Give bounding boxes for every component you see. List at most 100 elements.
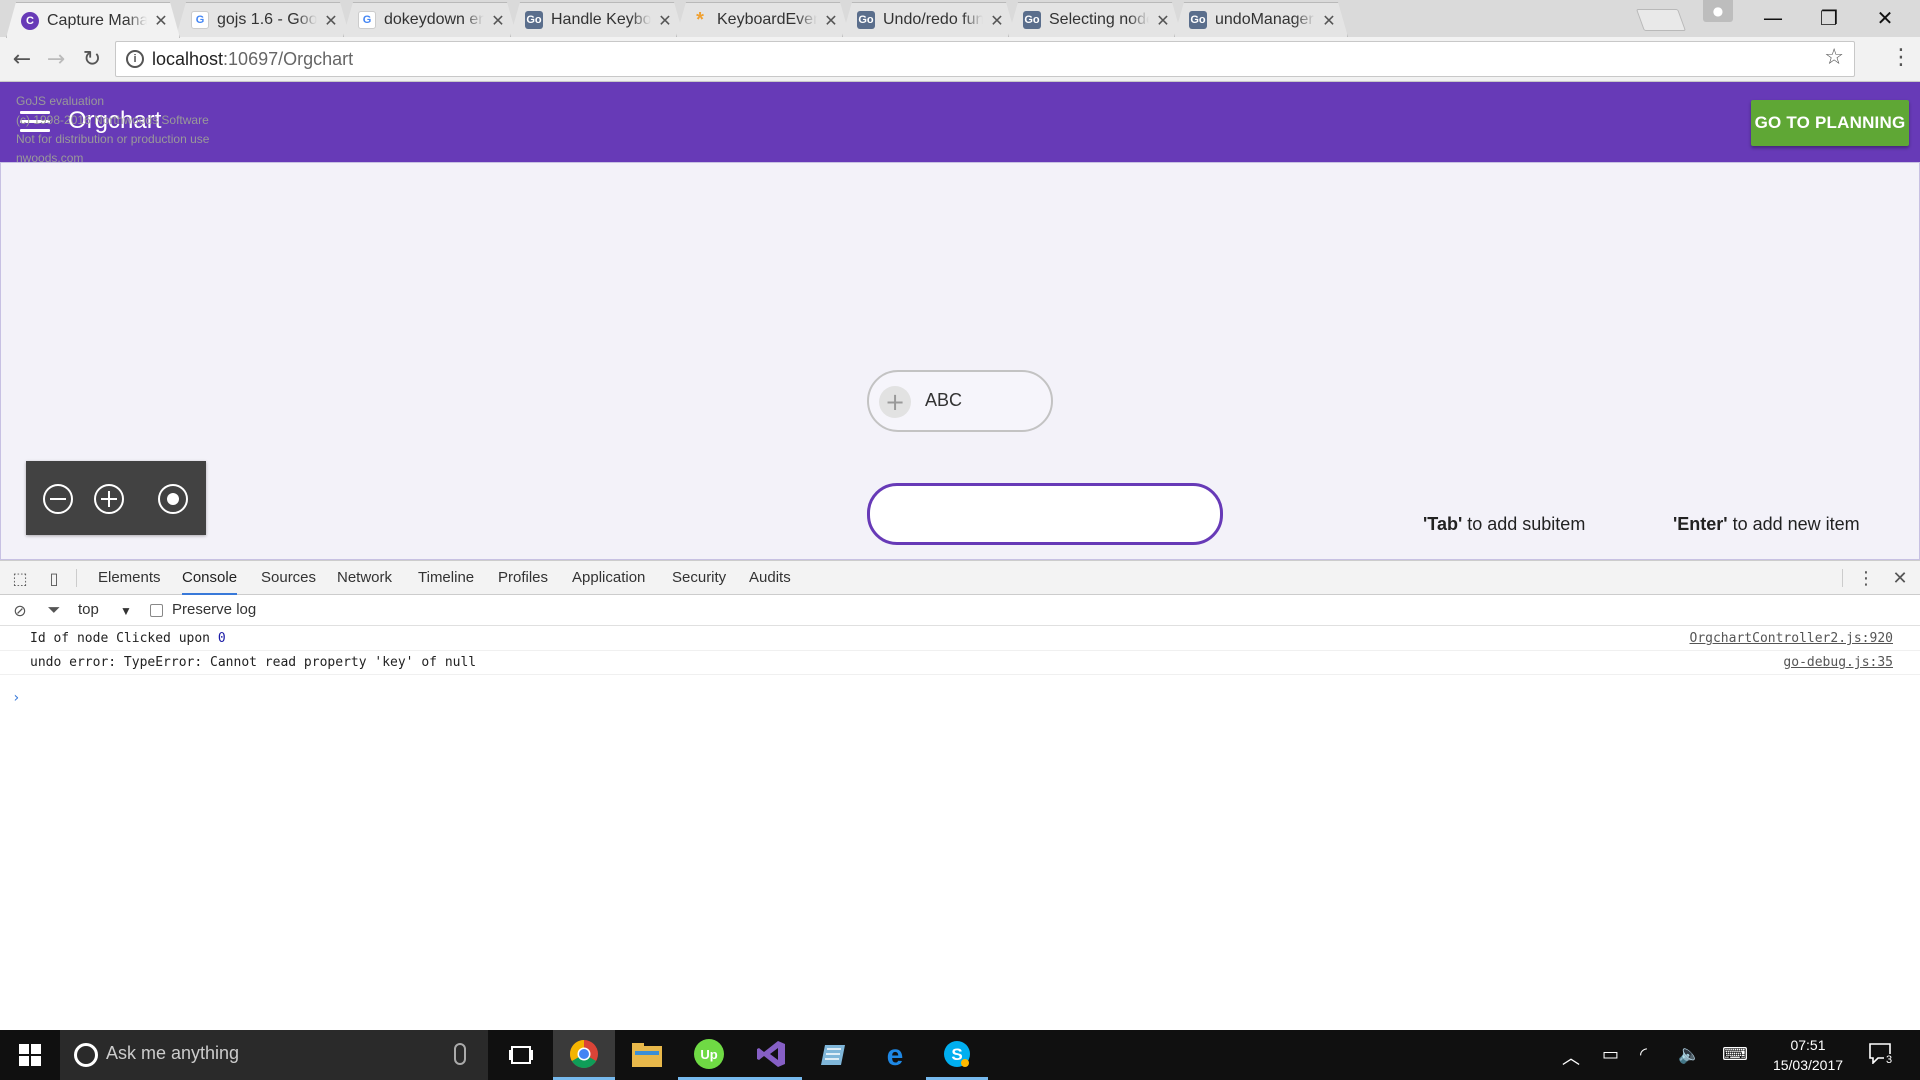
search-placeholder: Ask me anything: [106, 1043, 240, 1063]
google-icon: G: [358, 11, 376, 29]
filter-icon[interactable]: ⏷: [44, 600, 64, 620]
gojs-icon: Go: [525, 11, 543, 29]
close-tab-icon[interactable]: ✕: [323, 11, 339, 30]
tab-elements[interactable]: Elements: [98, 561, 161, 595]
close-tab-icon[interactable]: ✕: [823, 11, 839, 30]
enter-hint: 'Enter' to add new item: [1673, 514, 1860, 534]
preserve-log-label: Preserve log: [172, 601, 257, 618]
google-icon: G: [191, 11, 209, 29]
zoom-out-icon[interactable]: [43, 484, 73, 514]
capture-manager-icon: C: [21, 12, 39, 30]
action-center-icon[interactable]: 3: [1868, 1042, 1895, 1069]
new-node-input[interactable]: [867, 483, 1223, 545]
tab-security[interactable]: Security: [672, 561, 726, 595]
browser-tab[interactable]: G dokeydown enter go ✕: [343, 2, 517, 37]
zoom-in-icon[interactable]: [94, 484, 124, 514]
visual-studio-icon[interactable]: [740, 1030, 802, 1080]
evaluation-watermark: GoJS evaluation (c) 1998-2016 Northwoods…: [16, 94, 210, 165]
clock-time: 07:51: [1790, 1037, 1826, 1053]
tab-title: KeyboardEvent Valu: [717, 11, 817, 28]
info-icon[interactable]: i: [126, 50, 144, 68]
edge-icon[interactable]: e: [864, 1030, 926, 1080]
source-link[interactable]: OrgchartController2.js:920: [1690, 631, 1894, 646]
address-bar[interactable]: i localhost:10697/Orgchart ☆: [115, 41, 1855, 77]
clock-date: 15/03/2017: [1772, 1057, 1844, 1073]
browser-tab[interactable]: * KeyboardEvent Valu ✕: [676, 2, 850, 37]
start-button[interactable]: [0, 1030, 60, 1080]
windows-taskbar: Ask me anything Up e S ︿ ▭ ◜ 🔈 ⌨ 07:51 1…: [0, 1030, 1920, 1080]
cortana-search[interactable]: Ask me anything: [60, 1030, 488, 1080]
console-message-text: Id of node Clicked upon 0: [30, 631, 226, 646]
close-tab-icon[interactable]: ✕: [490, 11, 506, 30]
go-to-planning-button[interactable]: GO TO PLANNING: [1751, 100, 1909, 146]
new-tab-button[interactable]: [1635, 9, 1687, 31]
zoom-to-fit-icon[interactable]: [158, 484, 188, 514]
file-explorer-icon[interactable]: [616, 1030, 678, 1080]
browser-tab[interactable]: C Capture Manager ✕: [6, 2, 180, 38]
system-clock[interactable]: 07:51 15/03/2017: [1768, 1035, 1848, 1075]
close-devtools-icon[interactable]: ✕: [1890, 568, 1910, 589]
tab-title: Selecting nodes: CT: [1049, 11, 1146, 28]
console-message: undo error: TypeError: Cannot read prope…: [0, 651, 1920, 675]
console-message: Id of node Clicked upon 0 OrgchartContro…: [0, 627, 1920, 651]
expand-plus-icon[interactable]: +: [879, 386, 911, 418]
close-tab-icon[interactable]: ✕: [1321, 11, 1337, 30]
upwork-icon[interactable]: Up: [678, 1030, 740, 1080]
dropdown-arrow-icon[interactable]: ▼: [120, 604, 132, 618]
reload-icon[interactable]: ↻: [78, 45, 106, 73]
inspect-element-icon[interactable]: ⬚: [10, 568, 30, 588]
close-tab-icon[interactable]: ✕: [657, 11, 673, 30]
console-prompt[interactable]: ›: [12, 690, 20, 706]
device-toolbar-icon[interactable]: ▯: [44, 568, 64, 588]
close-tab-icon[interactable]: ✕: [153, 11, 169, 30]
microphone-icon[interactable]: [454, 1043, 466, 1065]
task-view-icon[interactable]: [490, 1030, 552, 1080]
tab-network[interactable]: Network: [337, 561, 392, 595]
zoom-controls: [26, 461, 206, 535]
tab-console[interactable]: Console: [182, 561, 238, 595]
preserve-log-checkbox[interactable]: [150, 604, 163, 617]
gojs-icon: Go: [1023, 11, 1041, 29]
forward-icon[interactable]: →: [42, 45, 70, 73]
devtools-menu-icon[interactable]: ⋮: [1856, 568, 1876, 589]
browser-tab[interactable]: Go Handle Keyboard Ev ✕: [510, 2, 684, 37]
browser-tab[interactable]: Go Undo/redo functio ✕: [842, 2, 1016, 37]
skype-icon[interactable]: S: [926, 1030, 988, 1080]
tab-timeline[interactable]: Timeline: [418, 561, 474, 595]
browser-tab[interactable]: G gojs 1.6 - Google Se ✕: [176, 2, 350, 37]
url-text: localhost:10697/Orgchart: [152, 49, 354, 69]
tab-application[interactable]: Application: [572, 561, 645, 595]
close-tab-icon[interactable]: ✕: [989, 11, 1005, 30]
close-tab-icon[interactable]: ✕: [1155, 11, 1171, 30]
context-select[interactable]: top: [78, 601, 99, 618]
notes-icon[interactable]: [802, 1030, 864, 1080]
wifi-icon[interactable]: ◜: [1640, 1044, 1647, 1065]
org-node[interactable]: + ABC: [867, 370, 1053, 432]
node-label: ABC: [925, 390, 963, 410]
close-window-icon[interactable]: ✕: [1857, 0, 1913, 36]
browser-tab-strip: C Capture Manager ✕ G gojs 1.6 - Google …: [0, 0, 1920, 37]
clear-console-icon[interactable]: ⊘: [10, 600, 30, 620]
back-icon[interactable]: ←: [8, 45, 36, 73]
tab-title: Capture Manager: [47, 11, 147, 29]
volume-icon[interactable]: 🔈: [1678, 1044, 1700, 1065]
bookmark-star-icon[interactable]: ☆: [1824, 45, 1844, 70]
notification-count: 3: [1884, 1054, 1895, 1066]
chrome-icon[interactable]: [553, 1030, 615, 1080]
tab-audits[interactable]: Audits: [749, 561, 791, 595]
tab-profiles[interactable]: Profiles: [498, 561, 548, 595]
browser-menu-icon[interactable]: ⋮: [1890, 45, 1912, 73]
tab-sources[interactable]: Sources: [261, 561, 316, 595]
keyboard-icon[interactable]: ⌨: [1722, 1044, 1748, 1065]
minimize-icon[interactable]: —: [1745, 0, 1801, 36]
source-link[interactable]: go-debug.js:35: [1783, 655, 1893, 670]
devtools-tab-bar: ⬚ ▯ Elements Console Sources Network Tim…: [0, 561, 1920, 595]
profile-icon[interactable]: ●: [1703, 0, 1733, 22]
gojs-icon: Go: [857, 11, 875, 29]
browser-tab[interactable]: Go undoManager disa ✕: [1174, 2, 1348, 37]
windows-logo-icon: [19, 1044, 41, 1066]
browser-tab[interactable]: Go Selecting nodes: CT ✕: [1008, 2, 1182, 37]
restore-icon[interactable]: ❐: [1801, 0, 1857, 36]
battery-icon[interactable]: ▭: [1602, 1044, 1619, 1065]
show-hidden-icons-icon[interactable]: ︿: [1562, 1044, 1580, 1070]
